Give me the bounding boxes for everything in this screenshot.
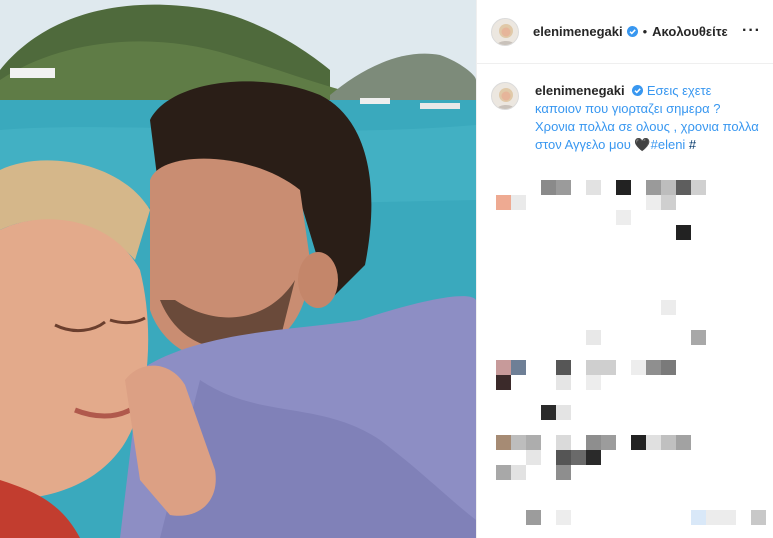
verified-badge-icon (632, 85, 644, 96)
post-photo[interactable] (0, 0, 476, 538)
header-separator: • (642, 24, 648, 39)
caption-text-block: elenimenegaki Εσεις εχετε καποιον που γι… (535, 82, 761, 154)
more-options-icon[interactable]: ··· (742, 22, 761, 40)
hashtag-link[interactable]: #eleni (651, 137, 686, 152)
verified-badge-icon (626, 26, 638, 37)
post-sidebar: elenimenegaki • Ακολουθείτε ··· elenimen… (476, 0, 773, 538)
post-header: elenimenegaki • Ακολουθείτε ··· (477, 0, 773, 64)
caption: elenimenegaki Εσεις εχετε καποιον που γι… (491, 82, 761, 154)
hashtag-trailing[interactable]: # (685, 137, 696, 152)
photo-image (0, 0, 476, 538)
avatar[interactable] (491, 17, 519, 46)
caption-avatar[interactable] (491, 82, 519, 110)
heart-emoji: 🖤 (634, 137, 651, 152)
avatar-image (492, 18, 518, 45)
avatar-image (492, 83, 518, 109)
header-username[interactable]: elenimenegaki (533, 24, 623, 39)
caption-username[interactable]: elenimenegaki (535, 83, 625, 98)
following-button[interactable]: Ακολουθείτε (652, 24, 728, 39)
